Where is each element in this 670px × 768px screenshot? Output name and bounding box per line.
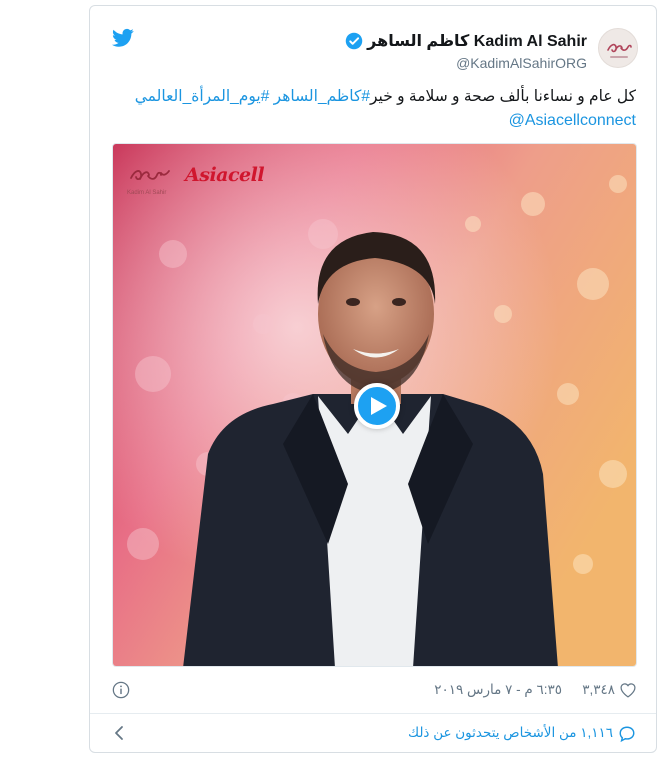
name-row: كاظم الساهر Kadim Al Sahir xyxy=(345,30,587,52)
mention-link[interactable]: @Asiacellconnect xyxy=(509,112,636,130)
hashtag-link[interactable]: #يوم_المرأة_العالمي xyxy=(135,88,270,105)
conversation-row[interactable]: ١,١١٦ من الأشخاص يتحدثون عن ذلك xyxy=(90,714,656,754)
chevron-left-icon[interactable] xyxy=(112,725,126,741)
verified-badge-icon xyxy=(345,32,363,50)
tweet-timestamp[interactable]: ٦:٣٥ م - ٧ مارس ٢٠١٩ xyxy=(434,682,562,698)
heart-icon[interactable] xyxy=(619,682,637,698)
speech-bubble-icon xyxy=(619,726,635,743)
avatar[interactable] xyxy=(598,28,638,68)
play-icon xyxy=(371,397,387,415)
embedded-tweet-card: كاظم الساهر Kadim Al Sahir @KadimAlSahir… xyxy=(89,5,657,753)
info-icon[interactable] xyxy=(112,681,130,699)
signature-logo-icon xyxy=(607,43,632,58)
hashtag-link[interactable]: #كاظم_الساهر xyxy=(274,88,370,105)
twitter-bird-icon[interactable] xyxy=(112,28,134,48)
tweet-footer: ٦:٣٥ م - ٧ مارس ٢٠١٩ ٣,٣٤٨ xyxy=(112,681,637,701)
asiacell-logo: Asiacell xyxy=(185,164,265,186)
conversation-link[interactable]: ١,١١٦ من الأشخاص يتحدثون عن ذلك xyxy=(408,725,613,741)
like-count: ٣,٣٤٨ xyxy=(582,682,615,697)
tweet-header: كاظم الساهر Kadim Al Sahir @KadimAlSahir… xyxy=(90,6,658,81)
signature-logo-icon xyxy=(130,170,170,181)
video-media[interactable]: Kadim Al Sahir Asiacell xyxy=(112,143,637,667)
tweet-body-text: كل عام و نساءنا بألف صحة و سلامة و خير xyxy=(369,88,636,105)
signature-caption: Kadim Al Sahir xyxy=(127,190,167,196)
user-block[interactable]: كاظم الساهر Kadim Al Sahir @KadimAlSahir… xyxy=(345,30,587,71)
display-name[interactable]: كاظم الساهر Kadim Al Sahir xyxy=(367,31,587,51)
tweet-text: كل عام و نساءنا بألف صحة و سلامة و خير#ك… xyxy=(116,85,636,109)
play-button[interactable] xyxy=(354,383,400,429)
handle[interactable]: @KadimAlSahirORG xyxy=(345,55,587,71)
